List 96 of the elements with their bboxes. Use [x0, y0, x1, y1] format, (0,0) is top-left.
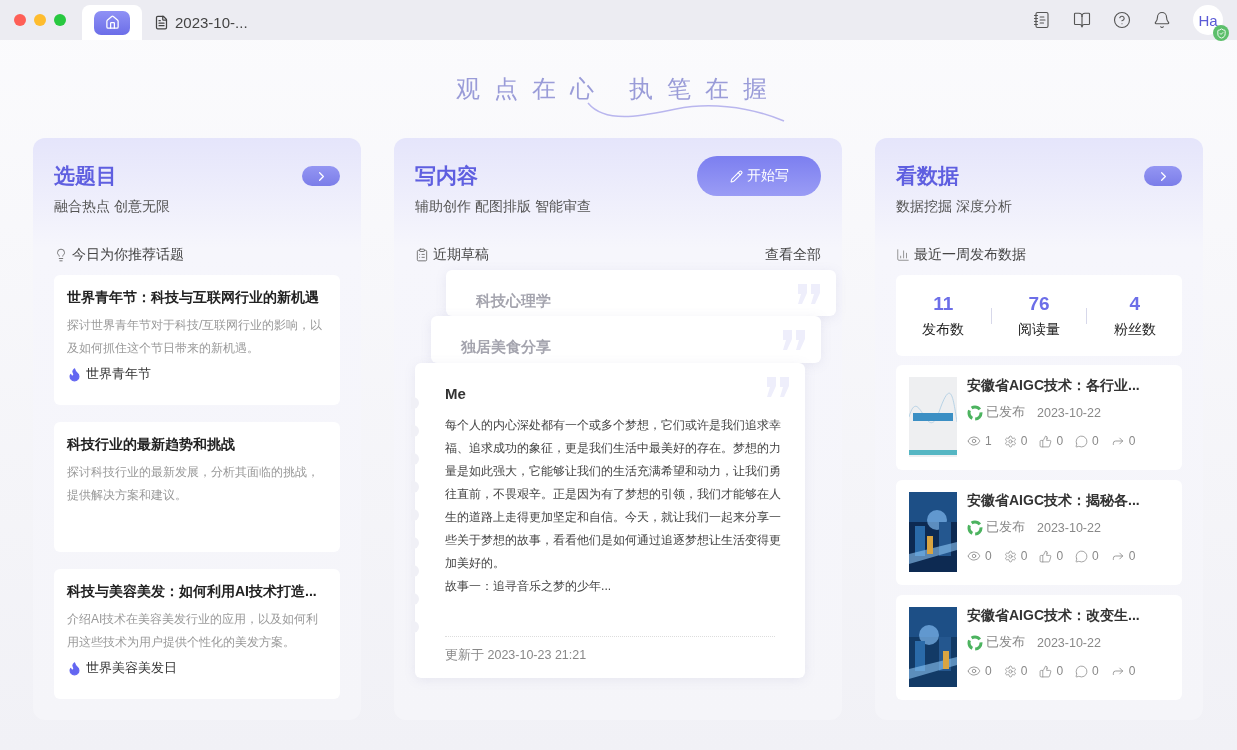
- panel-subtitle: 数据挖掘 深度分析: [896, 198, 1013, 216]
- metric-count: 0: [1092, 664, 1099, 678]
- article-status: 已发布: [986, 519, 1025, 536]
- clipboard-icon: [415, 248, 429, 262]
- metric-count: 0: [1020, 664, 1028, 678]
- metric-count: 0: [1128, 434, 1136, 448]
- eye-icon: [967, 664, 981, 678]
- published-icon: [967, 404, 983, 421]
- metric-count: 1: [985, 434, 992, 448]
- topic-description: 探讨世界青年节对于科技/互联网行业的影响，以及如何抓住这个节日带来的新机遇。: [67, 317, 324, 357]
- share-icon: [1110, 434, 1125, 448]
- metric-count: 0: [1056, 549, 1064, 563]
- topic-card[interactable]: 世界青年节：科技与互联网行业的新机遇 探讨世界青年节对于科技/互联网行业的影响，以及如何抓住这个节日带来的新机遇。 世界青年节: [54, 275, 340, 405]
- panel-title: 写内容: [415, 163, 478, 189]
- help-icon[interactable]: [1113, 11, 1131, 30]
- panel-subtitle: 辅助创作 配图排版 智能审查: [415, 198, 592, 216]
- pencil-icon: [729, 169, 743, 183]
- topic-tag: 世界青年节: [86, 366, 151, 383]
- thumbs-up-icon: [1039, 549, 1053, 563]
- topic-card[interactable]: 科技与美容美发：如何利用AI技术打造... 介绍AI技术在美容美发行业的应用，以及如何利用这些技术为用户提供个性化的美发方案。 世界美容美发日: [54, 569, 340, 699]
- article-card[interactable]: 安徽省AIGC技术：改变生... 已发布 2023-10-22 0 0 0 0 0: [896, 595, 1182, 700]
- share-icon: [1110, 549, 1125, 563]
- article-card[interactable]: 安徽省AIGC技术：揭秘各... 已发布 2023-10-22 0 0 0 0 0: [896, 480, 1182, 585]
- stat-label: 阅读量: [1018, 320, 1060, 339]
- comment-icon: [1075, 664, 1089, 678]
- topic-title: 科技行业的最新趋势和挑战: [67, 436, 236, 454]
- arrow-button[interactable]: [1144, 166, 1182, 186]
- stat-label: 粉丝数: [1113, 320, 1156, 339]
- home-tab[interactable]: [82, 5, 142, 41]
- published-icon: [967, 634, 983, 651]
- article-title: 安徽省AIGC技术：各行业...: [967, 377, 1140, 395]
- comment-icon: [1075, 434, 1089, 448]
- gear-icon: [1003, 549, 1017, 563]
- close-button[interactable]: [14, 14, 26, 27]
- metric-count: 0: [985, 549, 992, 563]
- notification-icon[interactable]: [1153, 11, 1171, 30]
- topic-description: 探讨科技行业的最新发展，分析其面临的挑战，提供解决方案和建议。: [67, 464, 320, 504]
- document-tab[interactable]: 2023-10-...: [142, 5, 260, 41]
- topic-tag: 世界美容美发日: [86, 660, 177, 677]
- draft-title: Me: [445, 385, 467, 402]
- thumbs-up-icon: [1039, 664, 1053, 678]
- arrow-button[interactable]: [302, 166, 340, 186]
- stat-value: 76: [1028, 292, 1050, 315]
- article-status: 已发布: [986, 404, 1025, 421]
- draft-updated-time: 更新于 2023-10-23 21:21: [445, 636, 775, 678]
- article-date: 2023-10-22: [1037, 520, 1101, 535]
- panel-title: 选题目: [54, 163, 117, 189]
- article-card[interactable]: 安徽省AIGC技术：各行业... 已发布 2023-10-22 1 0 0 0 0: [896, 365, 1182, 470]
- slogan: 观点在心 执笔在握: [456, 74, 781, 105]
- lightbulb-icon: [54, 248, 68, 262]
- bar-chart-icon: [896, 248, 910, 262]
- article-title: 安徽省AIGC技术：改变生...: [967, 607, 1140, 625]
- stat-value: 4: [1129, 292, 1140, 315]
- comment-icon: [1075, 549, 1089, 563]
- home-icon: [104, 15, 120, 31]
- draft-excerpt: 每个人的内心深处都有一个或多个梦想，它们或许是我们追求幸福、追求成功的象征，更是我们生活中最美好的存在。梦想的力量是如此强大，它能够让我们的生活充满希望和动力，让我们勇往直前，不畏艰辛。正是因为有了梦想的引领，我们才能够在人生的道路上走得更加坚定和自信。今天，就让我们一起来分享一些关于梦想的故事，看看他们是如何通过追逐梦想让生活变得更加美好的。 故事一：追寻音乐之梦的少年...: [445, 417, 781, 595]
- share-icon: [1110, 664, 1125, 678]
- draft-title: 独居美食分享: [461, 338, 552, 357]
- metric-count: 0: [1056, 664, 1064, 678]
- notebook-icon[interactable]: [1033, 11, 1051, 30]
- gear-icon: [1003, 434, 1017, 448]
- article-date: 2023-10-22: [1037, 635, 1101, 650]
- document-icon: [154, 15, 169, 31]
- topic-title: 世界青年节：科技与互联网行业的新机遇: [67, 289, 320, 307]
- topic-card[interactable]: 科技行业的最新趋势和挑战 探讨科技行业的最新发展，分析其面临的挑战，提供解决方案和建议。: [54, 422, 340, 552]
- article-status: 已发布: [986, 634, 1025, 651]
- gear-icon: [1003, 664, 1017, 678]
- book-icon[interactable]: [1073, 11, 1091, 30]
- eye-icon: [967, 434, 981, 448]
- stat-label: 发布数: [922, 320, 965, 339]
- eye-icon: [967, 549, 981, 563]
- panel-title: 看数据: [896, 163, 959, 189]
- panel-subtitle: 融合热点 创意无限: [54, 198, 171, 216]
- metric-count: 0: [1056, 434, 1064, 448]
- thumbs-up-icon: [1039, 434, 1053, 448]
- flame-icon: [67, 367, 82, 382]
- metric-count: 0: [985, 664, 992, 678]
- topic-title: 科技与美容美发：如何利用AI技术打造...: [67, 583, 318, 601]
- section-label: 近期草稿: [433, 246, 489, 264]
- article-date: 2023-10-22: [1037, 405, 1101, 420]
- view-all-link[interactable]: 查看全部: [765, 246, 821, 264]
- draft-title: 科技心理学: [476, 292, 552, 311]
- metric-count: 0: [1020, 434, 1028, 448]
- metric-count: 0: [1128, 549, 1136, 563]
- user-avatar[interactable]: Ha: [1193, 5, 1223, 36]
- metric-count: 0: [1092, 549, 1099, 563]
- topic-description: 介绍AI技术在美容美发行业的应用，以及如何利用这些技术为用户提供个性化的美发方案。: [67, 611, 320, 651]
- metric-count: 0: [1020, 549, 1028, 563]
- section-label: 今日为你推荐话题: [72, 246, 184, 264]
- section-label: 最近一周发布数据: [914, 246, 1026, 264]
- metric-count: 0: [1128, 664, 1136, 678]
- published-icon: [967, 519, 983, 536]
- metric-count: 0: [1092, 434, 1099, 448]
- stat-value: 11: [933, 292, 954, 315]
- article-title: 安徽省AIGC技术：揭秘各...: [967, 492, 1140, 510]
- flame-icon: [67, 661, 82, 676]
